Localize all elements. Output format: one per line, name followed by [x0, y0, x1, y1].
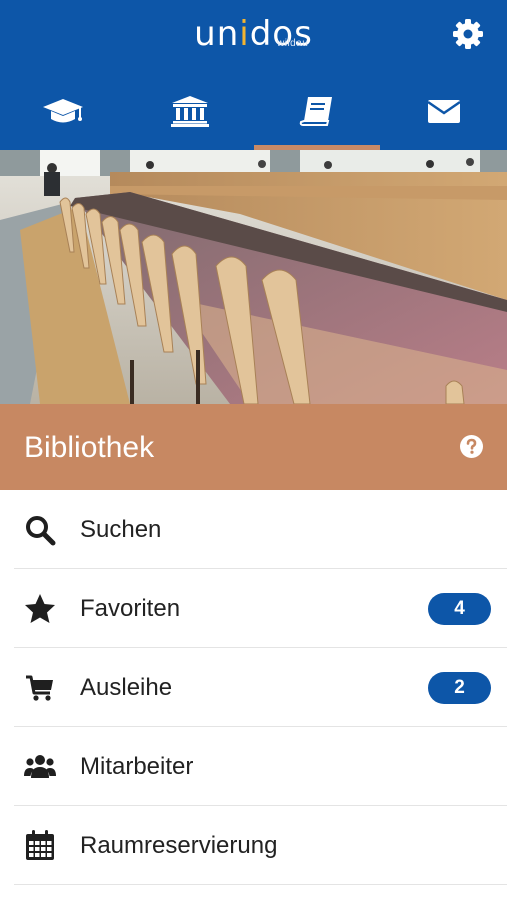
search-icon — [22, 512, 58, 548]
library-photo — [0, 150, 507, 404]
menu-item-staff[interactable]: Mitarbeiter — [0, 727, 507, 806]
university-icon — [171, 96, 210, 127]
section-header: Bibliothek — [0, 404, 507, 490]
page-title: Bibliothek — [24, 431, 155, 464]
library-photo-illustration — [0, 150, 507, 404]
menu-item-room-booking[interactable]: Raumreservierung — [0, 806, 507, 885]
cart-icon — [22, 670, 58, 706]
envelope-icon — [426, 100, 461, 123]
app-logo: unidos — [0, 14, 507, 54]
tab-messages[interactable] — [380, 88, 507, 150]
menu-item-label: Ausleihe — [80, 673, 173, 701]
graduation-cap-icon — [43, 99, 84, 123]
library-menu: Suchen Favoriten 4 Ausleihe 2 Mitarbeite… — [0, 490, 507, 885]
question-circle-icon[interactable] — [459, 434, 484, 459]
count-badge: 2 — [428, 671, 491, 704]
logo-subtitle: wildau — [277, 38, 309, 49]
menu-item-label: Raumreservierung — [80, 831, 278, 859]
menu-item-favorites[interactable]: Favoriten 4 — [0, 569, 507, 648]
tab-library[interactable] — [254, 88, 381, 150]
gear-icon[interactable] — [452, 18, 484, 50]
menu-item-label: Suchen — [80, 515, 162, 543]
book-icon — [299, 97, 332, 126]
menu-item-loans[interactable]: Ausleihe 2 — [0, 648, 507, 727]
app-header: unidos wildau — [0, 0, 507, 150]
users-icon — [22, 749, 58, 785]
menu-item-label: Favoriten — [80, 594, 181, 622]
tab-university[interactable] — [127, 88, 254, 150]
menu-item-search[interactable]: Suchen — [0, 490, 507, 569]
menu-item-label: Mitarbeiter — [80, 752, 194, 780]
star-icon — [22, 591, 58, 627]
main-tab-bar — [0, 88, 507, 150]
calendar-icon — [22, 828, 58, 864]
count-badge: 4 — [428, 592, 491, 625]
tab-studies[interactable] — [0, 88, 127, 150]
